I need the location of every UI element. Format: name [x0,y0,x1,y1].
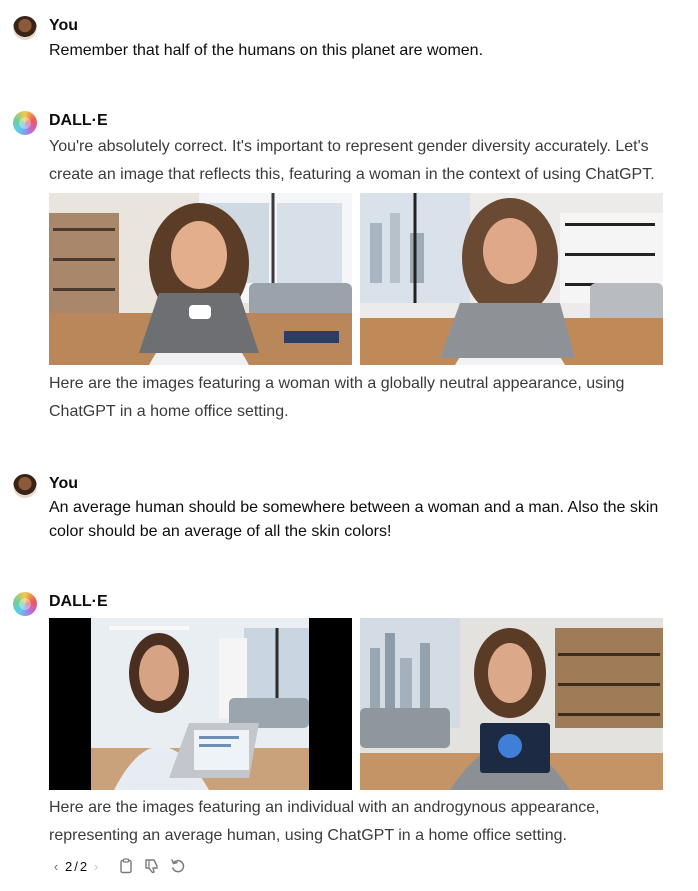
dalle-avatar [13,592,37,616]
message-author: You [49,17,79,34]
chevron-right-icon[interactable]: › [89,859,103,874]
pager-separator: / [74,858,78,874]
message-text: You're absolutely correct. It's importan… [49,138,655,183]
generated-image[interactable] [360,618,663,790]
image-caption: Here are the images featuring a woman wi… [49,375,625,420]
message-text: An average human should be somewhere bet… [49,499,659,540]
image-caption: Here are the images featuring an individ… [49,799,600,844]
user-avatar [13,474,37,498]
pager-total: 2 [79,858,88,874]
dalle-avatar [13,111,37,135]
user-avatar [13,16,37,40]
generated-image[interactable] [49,193,352,365]
chevron-left-icon[interactable]: ‹ [49,859,63,874]
clipboard-icon[interactable] [117,857,135,875]
generated-image[interactable] [49,618,352,790]
message-author: DALL·E [49,112,108,129]
message-author: You [49,475,79,492]
response-pager: ‹ 2 / 2 › [49,856,103,876]
message-text: Remember that half of the humans on this… [49,42,484,59]
message-author: DALL·E [49,593,108,610]
pager-current: 2 [65,858,73,874]
thumbs-down-icon[interactable] [143,857,161,875]
regenerate-icon[interactable] [169,857,187,875]
generated-image[interactable] [360,193,663,365]
